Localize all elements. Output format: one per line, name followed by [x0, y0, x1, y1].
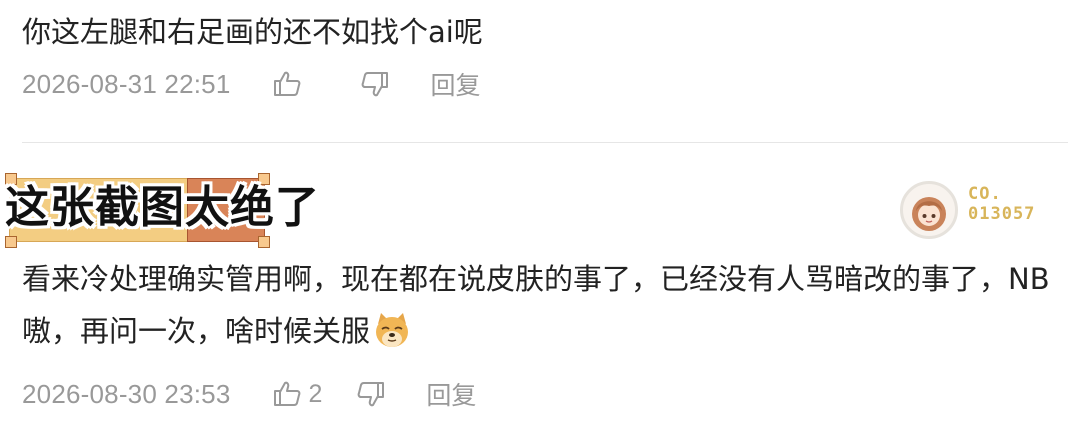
dislike-button[interactable] [360, 69, 390, 99]
anime-avatar-badge [900, 181, 958, 239]
doge-emoji [376, 313, 409, 347]
dislike-button[interactable] [356, 379, 386, 409]
comment-meta: 2026-08-31 22:51 回复 [22, 64, 481, 104]
comment-body: 看来冷处理确实管用啊，现在都在说皮肤的事了，已经没有人骂暗改的事了，NB嗷，再问… [22, 262, 1050, 348]
thumb-up-icon [274, 71, 301, 96]
caption-overlay: 这张截图太绝了 [5, 172, 320, 248]
thumb-down-icon [362, 72, 389, 97]
comment-divider [22, 142, 1068, 143]
comment-timestamp: 2026-08-31 22:51 [22, 68, 231, 99]
reply-button[interactable]: 回复 [426, 376, 476, 412]
thumb-down-icon [358, 382, 385, 407]
badge-number: CO. 013057 [968, 184, 1036, 224]
comment-text: 你这左腿和右足画的还不如找个ai呢 [22, 15, 483, 49]
thumb-up-icon [274, 381, 301, 406]
reply-button[interactable]: 回复 [430, 66, 480, 102]
overlay-caption: 这张截图太绝了 [5, 182, 320, 233]
comment-timestamp: 2026-08-30 23:53 [22, 378, 231, 409]
like-count: 2 [308, 379, 323, 408]
like-button[interactable]: 2 [272, 379, 322, 409]
comment-meta: 2026-08-30 23:53 2 回复 [22, 374, 476, 414]
like-button[interactable] [272, 69, 308, 99]
comment-text: 看来冷处理确实管用啊，现在都在说皮肤的事了，已经没有人骂暗改的事了，NB嗷，再问… [22, 253, 1070, 357]
